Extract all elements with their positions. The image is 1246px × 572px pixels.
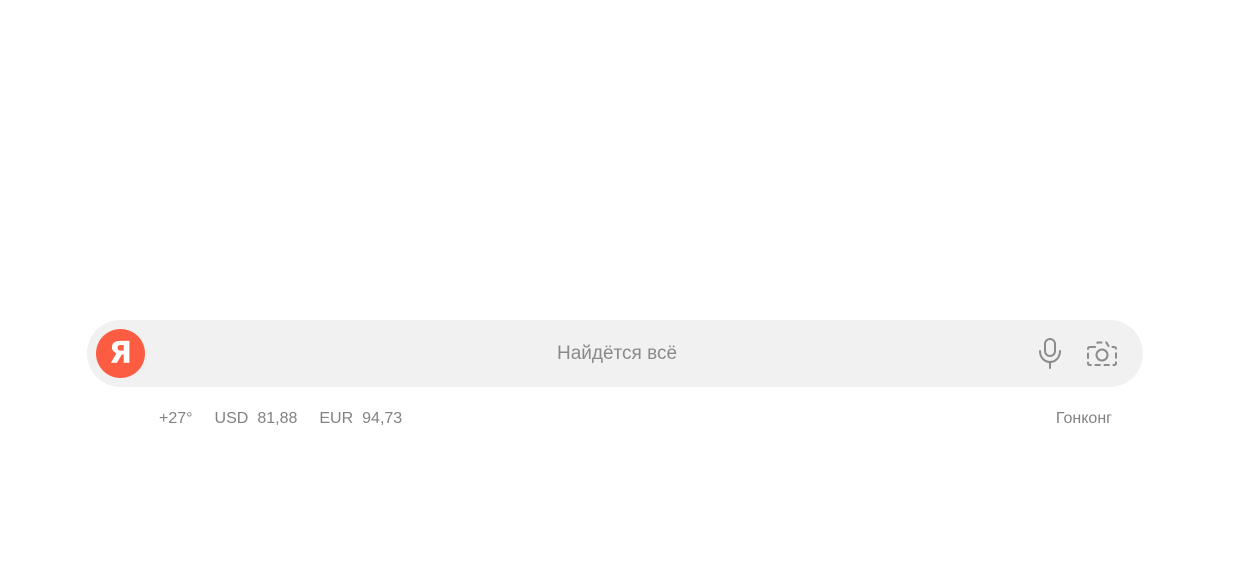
- image-search-button[interactable]: [1086, 337, 1118, 369]
- usd-label[interactable]: USD: [215, 410, 249, 428]
- search-bar[interactable]: Я: [87, 320, 1143, 387]
- weather-informer[interactable]: +27°: [159, 410, 193, 428]
- search-input[interactable]: [157, 320, 1077, 387]
- region-link[interactable]: Гонконг: [1056, 408, 1112, 430]
- eur-value[interactable]: 94,73: [362, 410, 402, 428]
- camera-icon: [1087, 341, 1117, 366]
- voice-search-button[interactable]: [1034, 337, 1066, 369]
- eur-label[interactable]: EUR: [319, 410, 353, 428]
- region-label: Гонконг: [1055, 410, 1112, 427]
- page: Я +27° USD 81,88 EUR 94,73 Гонконг: [0, 0, 1246, 572]
- logo-letter: Я: [108, 335, 133, 371]
- usd-value[interactable]: 81,88: [257, 410, 297, 428]
- yandex-logo[interactable]: Я: [96, 329, 145, 378]
- informers-row: +27° USD 81,88 EUR 94,73: [159, 408, 402, 430]
- microphone-icon: [1039, 338, 1061, 369]
